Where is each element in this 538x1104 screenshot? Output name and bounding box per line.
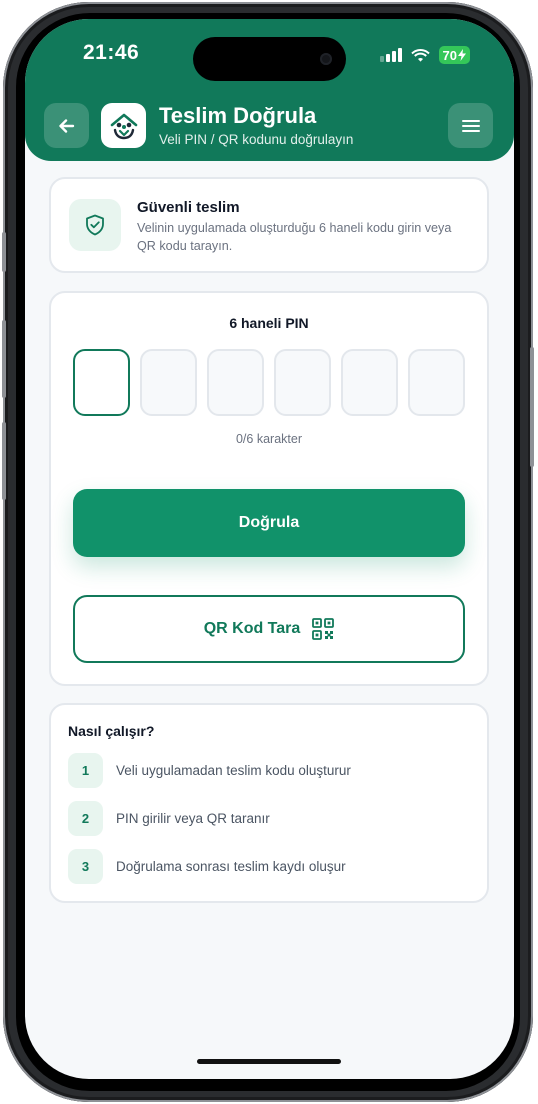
step-item: 3 Doğrulama sonrası teslim kaydı oluşur bbox=[68, 849, 346, 884]
pin-digit-2[interactable] bbox=[140, 349, 197, 416]
home-indicator[interactable] bbox=[197, 1059, 341, 1064]
wifi-icon bbox=[410, 49, 430, 62]
dynamic-island bbox=[193, 37, 346, 81]
volume-up-button bbox=[2, 320, 6, 398]
info-description: Velinin uygulamada oluşturduğu 6 haneli … bbox=[137, 221, 452, 253]
pin-digit-3[interactable] bbox=[207, 349, 264, 416]
verify-button-label: Doğrula bbox=[238, 514, 300, 531]
shield-badge bbox=[69, 199, 121, 251]
secure-delivery-info-card: Güvenli teslim Velinin uygulamada oluştu… bbox=[49, 177, 489, 273]
pin-digit-5[interactable] bbox=[341, 349, 398, 416]
cellular-signal-icon bbox=[379, 48, 402, 62]
how-it-works-card: Nasıl çalışır? 1 Veli uygulamadan teslim… bbox=[49, 703, 489, 903]
pin-input-row bbox=[73, 349, 465, 416]
step-text: Veli uygulamadan teslim kodu oluşturur bbox=[116, 763, 351, 778]
step-number: 2 bbox=[68, 801, 103, 836]
pin-character-counter: 0/6 karakter bbox=[235, 432, 302, 446]
scan-qr-label: QR Kod Tara bbox=[203, 620, 301, 637]
volume-down-button bbox=[2, 422, 6, 500]
page-title: Teslim Doğrula bbox=[159, 103, 317, 128]
app-header: 21:46 70 Teslim Doğrula Veli PIN / QR ko… bbox=[25, 19, 514, 161]
menu-button[interactable] bbox=[448, 103, 493, 148]
status-time: 21:46 bbox=[83, 41, 140, 64]
step-number: 1 bbox=[68, 753, 103, 788]
page-subtitle: Veli PIN / QR kodunu doğrulayın bbox=[159, 132, 354, 147]
pin-digit-4[interactable] bbox=[274, 349, 331, 416]
app-screen: 21:46 70 Teslim Doğrula Veli PIN / QR ko… bbox=[25, 19, 514, 1079]
shield-check-icon bbox=[86, 214, 104, 236]
info-title: Güvenli teslim bbox=[137, 199, 240, 216]
pin-label: 6 haneli PIN bbox=[229, 315, 309, 331]
battery-indicator: 70 bbox=[438, 46, 470, 64]
step-text: PIN girilir veya QR taranır bbox=[116, 811, 270, 826]
step-item: 2 PIN girilir veya QR taranır bbox=[68, 801, 270, 836]
scan-qr-button[interactable]: QR Kod Tara bbox=[73, 595, 465, 663]
step-number: 3 bbox=[68, 849, 103, 884]
app-logo bbox=[101, 103, 146, 148]
hamburger-menu-icon bbox=[461, 119, 480, 132]
power-button bbox=[530, 347, 534, 467]
battery-level: 70 bbox=[442, 47, 457, 63]
arrow-left-icon bbox=[58, 118, 74, 133]
pin-digit-6[interactable] bbox=[408, 349, 465, 416]
charging-bolt-icon bbox=[458, 49, 466, 61]
status-icons: 70 bbox=[379, 46, 470, 64]
verify-button[interactable]: Doğrula bbox=[73, 489, 465, 557]
qr-code-icon bbox=[312, 618, 335, 640]
pin-digit-1[interactable] bbox=[73, 349, 130, 416]
front-camera bbox=[320, 53, 332, 65]
side-button bbox=[2, 232, 6, 272]
family-house-logo-icon bbox=[110, 113, 137, 139]
step-text: Doğrulama sonrası teslim kaydı oluşur bbox=[116, 859, 346, 874]
pin-entry-card: 6 haneli PIN 0/6 karakter Doğrula QR Kod… bbox=[49, 291, 489, 686]
back-button[interactable] bbox=[44, 103, 89, 148]
step-item: 1 Veli uygulamadan teslim kodu oluşturur bbox=[68, 753, 351, 788]
how-it-works-title: Nasıl çalışır? bbox=[68, 723, 155, 739]
